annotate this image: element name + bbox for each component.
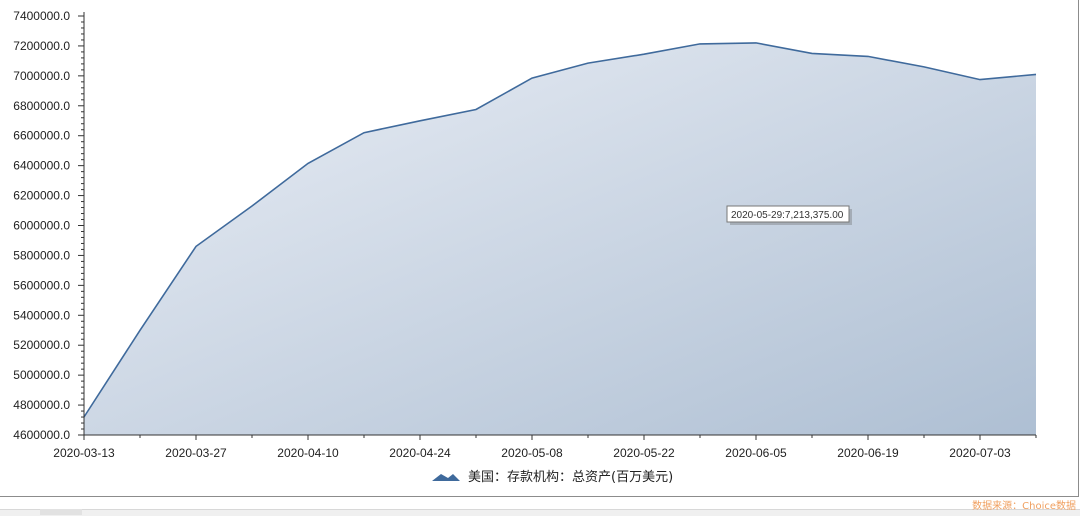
x-tick-label: 2020-06-05 <box>725 446 787 460</box>
data-point[interactable] <box>809 50 815 56</box>
y-tick-labels: 4600000.0 4800000.0 5000000.0 5200000.0 5400… <box>13 9 70 442</box>
y-tick-label: 5000000.0 <box>13 368 70 382</box>
chart: 4600000.0 4800000.0 5000000.0 5200000.0 5400… <box>13 9 1039 485</box>
source-note: 数据来源：Choice数据 <box>972 501 1076 512</box>
data-point[interactable] <box>417 118 423 124</box>
area-layer <box>83 40 1039 436</box>
y-tick-label: 4800000.0 <box>13 398 70 412</box>
legend-area-icon <box>432 474 460 481</box>
data-point[interactable] <box>977 77 983 83</box>
x-tick-label: 2020-05-22 <box>613 446 675 460</box>
data-point[interactable] <box>305 160 311 166</box>
x-tick-label: 2020-07-03 <box>949 446 1011 460</box>
series-area <box>84 42 1036 436</box>
y-tick-label: 7400000.0 <box>13 9 70 23</box>
tooltip: 2020-05-29:7,213,375.00 <box>726 205 852 225</box>
data-point[interactable] <box>361 130 367 136</box>
x-tick-label: 2020-03-13 <box>53 446 115 460</box>
tooltip-text: 2020-05-29:7,213,375.00 <box>731 210 844 221</box>
data-point[interactable] <box>529 75 535 81</box>
data-point[interactable] <box>193 243 199 249</box>
legend[interactable]: 美国：存款机构：总资产(百万美元) <box>432 470 673 485</box>
data-point[interactable] <box>865 53 871 59</box>
y-tick-label: 4600000.0 <box>13 428 70 442</box>
data-point[interactable] <box>473 107 479 113</box>
y-tick-label: 6600000.0 <box>13 129 70 143</box>
y-tick-label: 5400000.0 <box>13 308 70 322</box>
y-tick-label: 6200000.0 <box>13 189 70 203</box>
y-tick-label: 6800000.0 <box>13 99 70 113</box>
data-point[interactable] <box>1033 71 1039 77</box>
x-tick-label: 2020-05-08 <box>501 446 563 460</box>
y-tick-label: 5600000.0 <box>13 278 70 292</box>
x-tick-label: 2020-06-19 <box>837 446 899 460</box>
data-point[interactable] <box>249 203 255 209</box>
x-tick-label: 2020-04-10 <box>277 446 339 460</box>
y-tick-label: 5800000.0 <box>13 248 70 262</box>
data-point[interactable] <box>641 51 647 57</box>
y-tick-label: 6400000.0 <box>13 159 70 173</box>
y-tick-label: 7000000.0 <box>13 69 70 83</box>
y-tick-label: 6000000.0 <box>13 219 70 233</box>
x-tick-label: 2020-04-24 <box>389 446 451 460</box>
y-tick-label: 5200000.0 <box>13 338 70 352</box>
scrollbar-thumb[interactable] <box>40 509 82 515</box>
data-point[interactable] <box>137 327 143 333</box>
data-point[interactable] <box>921 64 927 70</box>
data-point[interactable] <box>753 40 759 46</box>
x-tick-labels: 2020-03-13 2020-03-27 2020-04-10 2020-04-24… <box>53 446 1011 460</box>
data-point[interactable] <box>697 41 703 47</box>
legend-label: 美国：存款机构：总资产(百万美元) <box>468 470 673 485</box>
y-tick-label: 7200000.0 <box>13 39 70 53</box>
x-tick-label: 2020-03-27 <box>165 446 227 460</box>
data-point[interactable] <box>585 60 591 66</box>
